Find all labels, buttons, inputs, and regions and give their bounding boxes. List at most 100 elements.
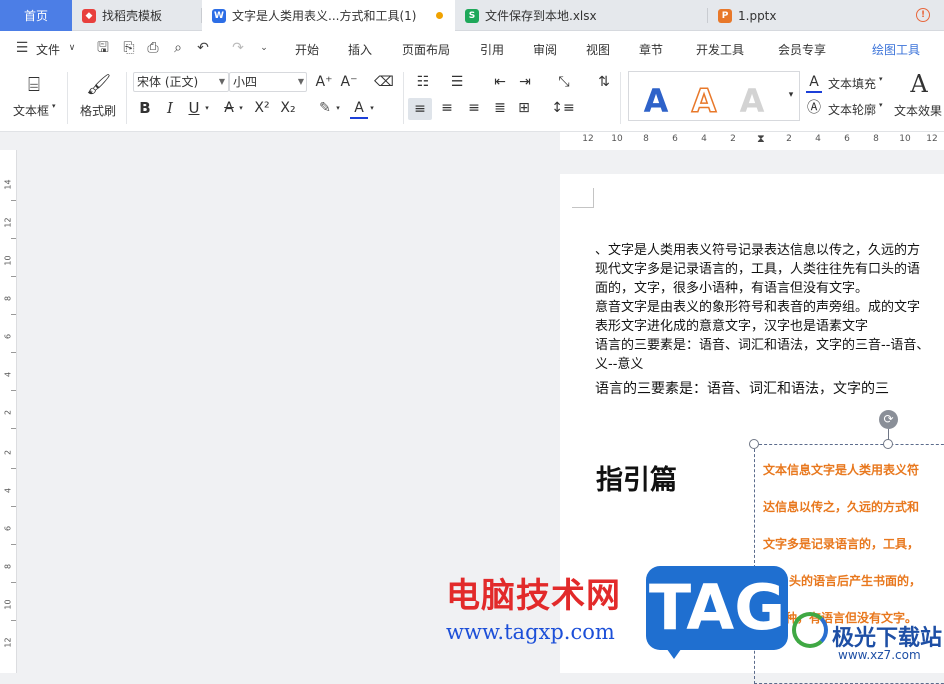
italic-button[interactable]: I: [161, 99, 179, 117]
menu-review[interactable]: 审阅: [533, 41, 557, 58]
decrease-font-icon[interactable]: A⁻: [339, 73, 359, 91]
quick-access-more-icon[interactable]: ⌄: [256, 40, 272, 56]
section-heading[interactable]: 指引篇: [596, 458, 677, 497]
chevron-down-icon[interactable]: ▾: [879, 75, 883, 83]
align-right-icon[interactable]: ≡: [464, 99, 484, 117]
tab-presentation[interactable]: P 1.pptx !: [708, 0, 944, 31]
resize-handle[interactable]: [749, 439, 759, 449]
distribute-icon[interactable]: ⊞: [514, 99, 534, 117]
underline-button[interactable]: U: [185, 99, 203, 117]
print-icon[interactable]: ⎙: [145, 40, 161, 56]
increase-indent-icon[interactable]: ⇥: [515, 73, 535, 91]
hamburger-menu-icon[interactable]: ☰: [14, 40, 30, 56]
menu-member[interactable]: 会员专享: [778, 41, 826, 58]
menu-insert[interactable]: 插入: [348, 41, 372, 58]
tab-document[interactable]: W 文字是人类用表义...方式和工具(1): [202, 0, 455, 31]
text-effect-icon[interactable]: A: [906, 70, 932, 98]
text-outline-button[interactable]: 文本轮廓: [828, 101, 876, 118]
bullet-list-icon[interactable]: ☷: [412, 73, 434, 91]
superscript-icon[interactable]: X²: [252, 99, 272, 117]
decrease-indent-icon[interactable]: ⇤: [490, 73, 510, 91]
format-painter-icon[interactable]: 🖌: [86, 72, 111, 96]
style-orange-outline-a[interactable]: A: [679, 78, 729, 124]
ruler-tick: 6: [3, 333, 13, 340]
subscript-icon[interactable]: X₂: [278, 99, 298, 117]
paragraph-line[interactable]: 意音文字是由表义的象形符号和表音的声旁组。成的文字: [595, 298, 920, 317]
textbox-button[interactable]: 文本框: [13, 102, 49, 119]
style-gallery-more-icon[interactable]: ▾: [785, 86, 797, 104]
font-color-icon[interactable]: A: [350, 99, 368, 119]
aurora-logo-icon: [792, 612, 828, 648]
menu-page-layout[interactable]: 页面布局: [402, 41, 450, 58]
tab-template[interactable]: ◆ 找稻壳模板: [72, 0, 202, 31]
redo-icon[interactable]: ↷: [230, 40, 246, 56]
chevron-down-icon[interactable]: ▾: [368, 99, 376, 117]
menu-home[interactable]: 开始: [295, 41, 319, 58]
save-icon[interactable]: 🖫: [95, 40, 111, 56]
ruler-tick: 8: [873, 134, 879, 144]
print-preview-icon[interactable]: ⌕: [170, 40, 186, 56]
ruler-tick: 14: [3, 179, 13, 190]
text-outline-icon[interactable]: Ⓐ: [806, 99, 822, 117]
paragraph-line[interactable]: 现代文字多是记录语言的，工具，人类往往先有口头的语: [595, 260, 920, 279]
textbox-icon[interactable]: ⌸: [22, 72, 46, 96]
align-center-icon[interactable]: ≡: [437, 99, 457, 117]
chevron-down-icon[interactable]: ▾: [334, 99, 342, 117]
line-spacing-icon[interactable]: ↕≡: [551, 99, 575, 117]
watermark-tag-tail: [664, 645, 684, 659]
sort-icon[interactable]: ⇅: [594, 73, 614, 91]
textbox-line[interactable]: 达信息以传之，久远的方式和: [763, 498, 919, 515]
bold-button[interactable]: B: [136, 99, 154, 117]
clear-format-icon[interactable]: ⌫: [374, 73, 394, 91]
textbox-line[interactable]: 头的语言后产生书面的，: [789, 572, 921, 589]
text-fill-icon[interactable]: A: [806, 73, 822, 93]
file-menu[interactable]: 文件: [36, 41, 60, 58]
menu-references[interactable]: 引用: [480, 41, 504, 58]
tab-home-label: 首页: [23, 9, 48, 23]
increase-font-icon[interactable]: A⁺: [314, 73, 334, 91]
textbox-line[interactable]: 文字多是记录语言的，工具，: [763, 535, 919, 552]
menu-developer[interactable]: 开发工具: [696, 41, 744, 58]
highlight-icon[interactable]: ✎: [316, 99, 334, 117]
text-fill-button[interactable]: 文本填充: [828, 75, 876, 92]
font-size-select[interactable]: 小四 ▼: [229, 72, 307, 92]
export-pdf-icon[interactable]: ⎘: [121, 40, 137, 56]
menu-view[interactable]: 视图: [586, 41, 610, 58]
resize-handle[interactable]: [883, 439, 893, 449]
tab-home[interactable]: 首页: [0, 0, 72, 31]
style-gray-a[interactable]: A: [727, 78, 777, 124]
chevron-down-icon[interactable]: ▾: [879, 101, 883, 109]
menu-bar: ☰ 文件 ∨ 🖫 ⎘ ⎙ ⌕ ↶ ↷ ⌄ 开始 插入 页面布局 引用 审阅 视图…: [0, 31, 944, 66]
style-blue-a[interactable]: A: [631, 78, 681, 124]
format-painter-button[interactable]: 格式刷: [80, 102, 116, 119]
warning-icon[interactable]: !: [916, 8, 930, 22]
paragraph-line[interactable]: 语言的三要素是：语音、词汇和语法，文字的三音--语音、: [595, 336, 929, 355]
justify-icon[interactable]: ≣: [490, 99, 510, 117]
paragraph-line[interactable]: 语言的三要素是：语音、词汇和语法，文字的三: [595, 380, 889, 399]
numbered-list-icon[interactable]: ☰: [446, 73, 468, 91]
paragraph-line[interactable]: 、文字是人类用表义符号记录表达信息以传之，久远的方: [595, 241, 920, 260]
tab-spreadsheet[interactable]: S 文件保存到本地.xlsx: [455, 0, 708, 31]
chevron-down-icon[interactable]: ▾: [203, 99, 211, 117]
text-effect-button[interactable]: 文本效果: [894, 102, 942, 119]
chevron-down-icon[interactable]: ∨: [64, 40, 80, 56]
chevron-down-icon[interactable]: ▾: [52, 102, 56, 110]
indent-marker-icon[interactable]: ⧗: [757, 132, 765, 146]
paragraph-line[interactable]: 表形文字进化成的意意文字，汉字也是语素文字: [595, 317, 868, 336]
vertical-ruler[interactable]: 14 12 10 8 6 4 2 2 4 6 8 10 12: [0, 150, 17, 673]
paragraph-line[interactable]: 面的，文字，很多小语种，有语言但没有文字。: [595, 279, 868, 298]
font-name-select[interactable]: 宋体 (正文) ▼: [133, 72, 229, 92]
paragraph-line[interactable]: 义--意义: [595, 355, 643, 374]
text-direction-icon[interactable]: ⤡: [552, 73, 576, 91]
rotate-handle-icon[interactable]: ⟳: [879, 410, 898, 429]
undo-icon[interactable]: ↶: [195, 40, 211, 56]
textbox-line[interactable]: 文本信息文字是人类用表义符: [763, 461, 919, 478]
align-left-icon[interactable]: ≡: [408, 98, 432, 120]
menu-section[interactable]: 章节: [639, 41, 663, 58]
menu-drawing-tools[interactable]: 绘图工具: [872, 41, 920, 58]
horizontal-ruler[interactable]: 12 10 8 6 4 2 ⧗ 2 4 6 8 10 12: [560, 132, 944, 150]
strikethrough-icon[interactable]: A: [220, 99, 238, 117]
chevron-down-icon: ▼: [297, 77, 304, 86]
chevron-down-icon[interactable]: ▾: [237, 99, 245, 117]
ruler-tick: 2: [3, 449, 13, 456]
